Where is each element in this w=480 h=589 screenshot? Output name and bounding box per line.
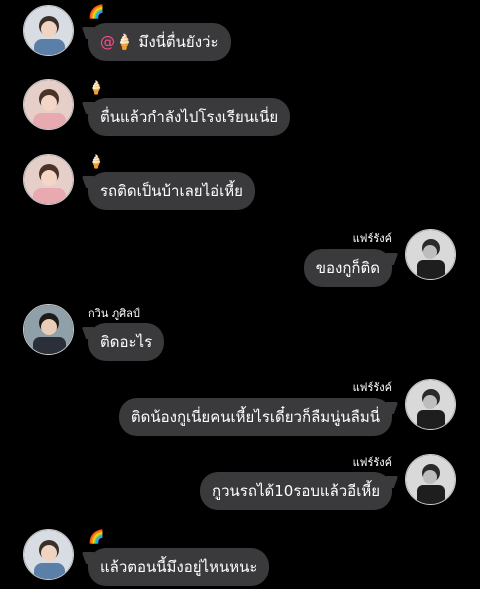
message-text: ติดอะไร	[100, 333, 153, 351]
avatar[interactable]	[405, 229, 456, 280]
message-text: มึงนี่ตื่นยังว่ะ	[138, 33, 219, 51]
message-bubble[interactable]: ตื่นแล้วกำลังไปโรงเรียนเนี่ย	[88, 98, 291, 136]
sender-name: แฟร์รังค์	[352, 381, 392, 394]
avatar[interactable]	[23, 154, 74, 205]
message-bubble[interactable]: ติดอะไร	[88, 323, 165, 361]
message-bubble[interactable]: แล้วตอนนี้มึงอยู่ไหนหนะ	[88, 548, 270, 586]
message-text: ตื่นแล้วกำลังไปโรงเรียนเนี่ย	[100, 108, 279, 126]
message-bubble[interactable]: ของกูก็ติด	[303, 249, 392, 287]
message-text: ติดน้องกูเนี่ยคนเหี้ยไรเดี๋ยวก็ลืมนู่นลื…	[130, 408, 380, 426]
sender-name: กวิน ภูศิลป์	[88, 307, 140, 320]
message-bubble[interactable]: รถติดเป็นบ้าเลยไอ่เหี้ย	[88, 172, 255, 210]
message-bubble[interactable]: @🍦 มึงนี่ตื่นยังว่ะ	[88, 23, 231, 61]
message-bubble[interactable]: กูวนรถได้10รอบแล้วอีเหี้ย	[200, 472, 392, 510]
message-bubble[interactable]: ติดน้องกูเนี่ยคนเหี้ยไรเดี๋ยวก็ลืมนู่นลื…	[118, 398, 392, 436]
avatar[interactable]	[405, 454, 456, 505]
message-text: ของกูก็ติด	[315, 259, 380, 277]
mention-tag[interactable]: @🍦	[100, 33, 134, 51]
message-text: แล้วตอนนี้มึงอยู่ไหนหนะ	[100, 558, 258, 576]
avatar[interactable]	[23, 5, 74, 56]
avatar[interactable]	[23, 304, 74, 355]
sender-name: 🍦	[88, 81, 105, 96]
avatar[interactable]	[23, 529, 74, 580]
sender-name: 🌈	[88, 5, 105, 20]
sender-name: 🌈	[88, 530, 105, 545]
avatar[interactable]	[23, 79, 74, 130]
message-text: รถติดเป็นบ้าเลยไอ่เหี้ย	[100, 182, 243, 200]
sender-name: 🍦	[88, 155, 105, 170]
sender-name: แฟร์รังค์	[352, 456, 392, 469]
sender-name: แฟร์รังค์	[352, 232, 392, 245]
message-text: กูวนรถได้10รอบแล้วอีเหี้ย	[212, 482, 380, 500]
avatar[interactable]	[405, 379, 456, 430]
